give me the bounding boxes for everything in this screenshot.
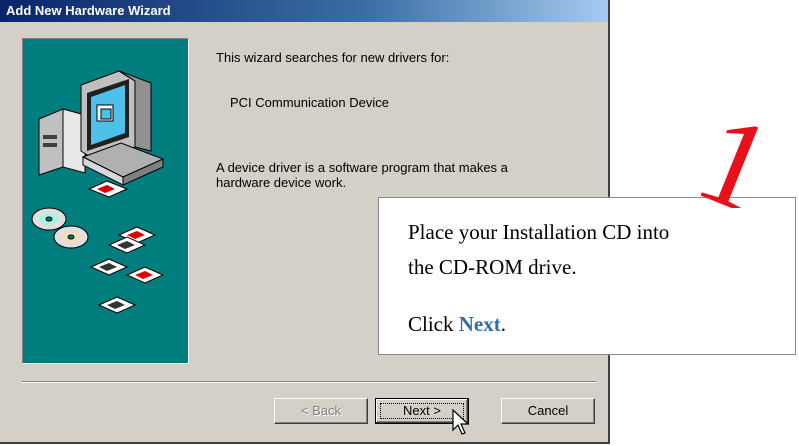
button-separator <box>22 381 596 383</box>
computer-hardware-illustration <box>31 70 165 314</box>
monitor-icon <box>80 70 165 186</box>
cancel-button-label: Cancel <box>527 403 569 418</box>
callout-line2: the CD-ROM drive. <box>408 255 577 279</box>
title-bar[interactable]: Add New Hardware Wizard <box>0 0 608 22</box>
driver-description-line2: hardware device work. <box>216 175 347 190</box>
step-number-badge: 1 <box>694 108 774 208</box>
callout-line1: Place your Installation CD into <box>408 220 670 244</box>
callout-click-suffix: . <box>500 312 506 336</box>
cancel-button[interactable]: Cancel <box>501 398 595 424</box>
cd-disc-icon <box>31 207 89 249</box>
floppy-disks-icon <box>89 226 165 314</box>
window-title: Add New Hardware Wizard <box>6 3 171 18</box>
instruction-callout: Place your Installation CD into the CD-R… <box>378 197 796 355</box>
back-button[interactable]: < Back <box>274 398 368 424</box>
callout-click-instruction: Click Next. <box>408 312 506 337</box>
computer-tower-icon <box>38 108 86 176</box>
back-button-label: < Back <box>300 403 342 418</box>
callout-next-word: Next <box>458 312 501 336</box>
wizard-illustration <box>22 38 189 364</box>
driver-description-line1: A device driver is a software program th… <box>216 160 508 175</box>
callout-click-prefix: Click <box>408 312 459 336</box>
wizard-intro-text: This wizard searches for new drivers for… <box>216 50 450 65</box>
step-number-text: 1 <box>694 108 774 208</box>
next-button-label: Next > <box>403 403 441 418</box>
device-name: PCI Communication Device <box>230 95 389 110</box>
mouse-pointer-icon <box>452 409 470 435</box>
